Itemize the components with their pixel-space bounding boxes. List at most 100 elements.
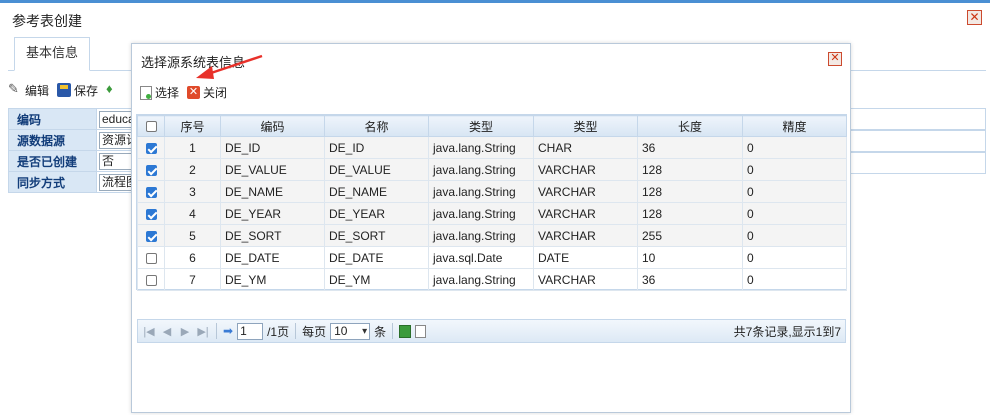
cell-java-type: java.lang.String bbox=[428, 268, 534, 291]
window-close-icon[interactable]: ✕ bbox=[967, 10, 982, 25]
row-checkbox[interactable] bbox=[145, 164, 157, 176]
cell-name: DE_VALUE bbox=[324, 158, 429, 181]
cell-checkbox bbox=[137, 158, 165, 181]
table-row[interactable]: 4 DE_YEAR DE_YEAR java.lang.String VARCHAR 12… bbox=[137, 202, 847, 225]
row-checkbox[interactable] bbox=[145, 208, 157, 220]
cell-db-type: CHAR bbox=[533, 136, 638, 159]
save-button[interactable]: 保存 bbox=[57, 82, 98, 99]
cell-code: DE_DATE bbox=[220, 246, 325, 269]
cell-length: 128 bbox=[637, 158, 743, 181]
cell-no: 4 bbox=[164, 202, 221, 225]
cell-no: 5 bbox=[164, 224, 221, 247]
first-page-icon[interactable]: |◀ bbox=[142, 325, 156, 338]
red-pointer-arrow-icon bbox=[196, 54, 263, 79]
cell-no: 6 bbox=[164, 246, 221, 269]
cell-precision: 0 bbox=[742, 136, 847, 159]
cell-length: 36 bbox=[637, 136, 743, 159]
form-row-created: 是否已创建 否 bbox=[8, 150, 143, 172]
row-checkbox[interactable] bbox=[145, 142, 157, 154]
form-label-sync: 同步方式 bbox=[8, 171, 97, 193]
per-page-unit: 条 bbox=[374, 324, 387, 339]
edit-button[interactable]: 编辑 bbox=[8, 81, 50, 99]
per-page-label: 每页 bbox=[302, 324, 327, 339]
row-checkbox[interactable] bbox=[145, 252, 157, 264]
main-toolbar: 编辑 保存 bbox=[8, 80, 120, 100]
col-header-precision[interactable]: 精度 bbox=[742, 115, 847, 137]
window-title: 参考表创建 bbox=[12, 13, 82, 29]
form-label-datasource: 源数据源 bbox=[8, 129, 97, 151]
cell-name: DE_YEAR bbox=[324, 202, 429, 225]
select-all-checkbox[interactable] bbox=[145, 121, 157, 133]
cell-length: 10 bbox=[637, 246, 743, 269]
cell-name: DE_SORT bbox=[324, 224, 429, 247]
next-page-icon[interactable]: ▶ bbox=[178, 325, 192, 338]
prev-page-icon[interactable]: ◀ bbox=[160, 325, 174, 338]
cell-precision: 0 bbox=[742, 224, 847, 247]
form-row-datasource: 源数据源 资源计 bbox=[8, 129, 143, 151]
sync-icon bbox=[106, 81, 120, 97]
columns-grid: 序号 编码 名称 类型 类型 长度 精度 1 DE_ID DE_ID java.lan… bbox=[137, 115, 847, 291]
edit-icon bbox=[8, 81, 22, 97]
cell-db-type: VARCHAR bbox=[533, 158, 638, 181]
cell-precision: 0 bbox=[742, 158, 847, 181]
col-header-no[interactable]: 序号 bbox=[164, 115, 221, 137]
table-row[interactable]: 2 DE_VALUE DE_VALUE java.lang.String VARCHAR… bbox=[137, 158, 847, 181]
pager-divider bbox=[392, 323, 394, 339]
col-header-java-type[interactable]: 类型 bbox=[428, 115, 534, 137]
row-checkbox[interactable] bbox=[145, 186, 157, 198]
cell-db-type: VARCHAR bbox=[533, 180, 638, 203]
col-header-db-type[interactable]: 类型 bbox=[533, 115, 638, 137]
per-page-select[interactable]: 10 bbox=[330, 322, 371, 340]
form-row-code-ext bbox=[848, 108, 986, 130]
tab-basic-info[interactable]: 基本信息 bbox=[14, 37, 90, 71]
row-checkbox[interactable] bbox=[145, 230, 157, 242]
table-row[interactable]: 6 DE_DATE DE_DATE java.sql.Date DATE 10 0 bbox=[137, 246, 847, 269]
select-all-checkbox-cell[interactable] bbox=[137, 115, 165, 137]
table-row[interactable]: 1 DE_ID DE_ID java.lang.String CHAR 36 0 bbox=[137, 136, 847, 159]
save-label: 保存 bbox=[74, 83, 99, 98]
form-row-created-ext bbox=[848, 152, 986, 174]
cell-name: DE_YM bbox=[324, 268, 429, 291]
grid-body: 1 DE_ID DE_ID java.lang.String CHAR 36 0 2 DE_VA… bbox=[137, 136, 847, 291]
cell-checkbox bbox=[137, 180, 165, 203]
page-number-input[interactable]: 1 bbox=[237, 322, 264, 340]
col-header-name[interactable]: 名称 bbox=[324, 115, 429, 137]
edit-label: 编辑 bbox=[25, 83, 50, 98]
form-label-created: 是否已创建 bbox=[8, 150, 97, 172]
page-total: /1页 bbox=[267, 324, 290, 339]
cell-java-type: java.lang.String bbox=[428, 180, 534, 203]
export-excel-icon[interactable] bbox=[399, 324, 412, 338]
go-page-icon[interactable]: ➡ bbox=[223, 324, 233, 338]
cell-precision: 0 bbox=[742, 246, 847, 269]
cell-name: DE_ID bbox=[324, 136, 429, 159]
col-header-length[interactable]: 长度 bbox=[637, 115, 743, 137]
cell-precision: 0 bbox=[742, 268, 847, 291]
pager-divider bbox=[295, 323, 297, 339]
cell-checkbox bbox=[137, 246, 165, 269]
cell-code: DE_YM bbox=[220, 268, 325, 291]
cell-java-type: java.lang.String bbox=[428, 224, 534, 247]
row-checkbox[interactable] bbox=[145, 274, 157, 286]
cell-name: DE_DATE bbox=[324, 246, 429, 269]
cell-length: 128 bbox=[637, 180, 743, 203]
table-row[interactable]: 5 DE_SORT DE_SORT java.lang.String VARCHAR 25… bbox=[137, 224, 847, 247]
cell-length: 128 bbox=[637, 202, 743, 225]
cell-code: DE_VALUE bbox=[220, 158, 325, 181]
last-page-icon[interactable]: ▶| bbox=[196, 325, 210, 338]
col-header-code[interactable]: 编码 bbox=[220, 115, 325, 137]
save-icon bbox=[57, 83, 72, 97]
dialog-close-icon[interactable]: ✕ bbox=[828, 52, 842, 66]
cell-checkbox bbox=[137, 136, 165, 159]
pagination-bar: |◀ ◀ ▶ ▶| ➡ 1 /1页 每页 10 条 共7条记录,显示1到7 bbox=[137, 319, 846, 343]
export-text-icon[interactable] bbox=[415, 324, 427, 338]
cell-length: 36 bbox=[637, 268, 743, 291]
cell-code: DE_SORT bbox=[220, 224, 325, 247]
cell-db-type: VARCHAR bbox=[533, 224, 638, 247]
select-source-table-dialog: 选择源系统表信息 ✕ 选择 ✕ 关闭 序号 编码 名称 类型 类型 长度 精度 … bbox=[131, 43, 851, 413]
table-row[interactable]: 3 DE_NAME DE_NAME java.lang.String VARCHAR 12… bbox=[137, 180, 847, 203]
select-button[interactable]: 选择 bbox=[140, 84, 179, 101]
cell-db-type: DATE bbox=[533, 246, 638, 269]
cell-code: DE_YEAR bbox=[220, 202, 325, 225]
table-row[interactable]: 7 DE_YM DE_YM java.lang.String VARCHAR 36 0 bbox=[137, 268, 847, 291]
sync-button[interactable] bbox=[106, 81, 120, 97]
